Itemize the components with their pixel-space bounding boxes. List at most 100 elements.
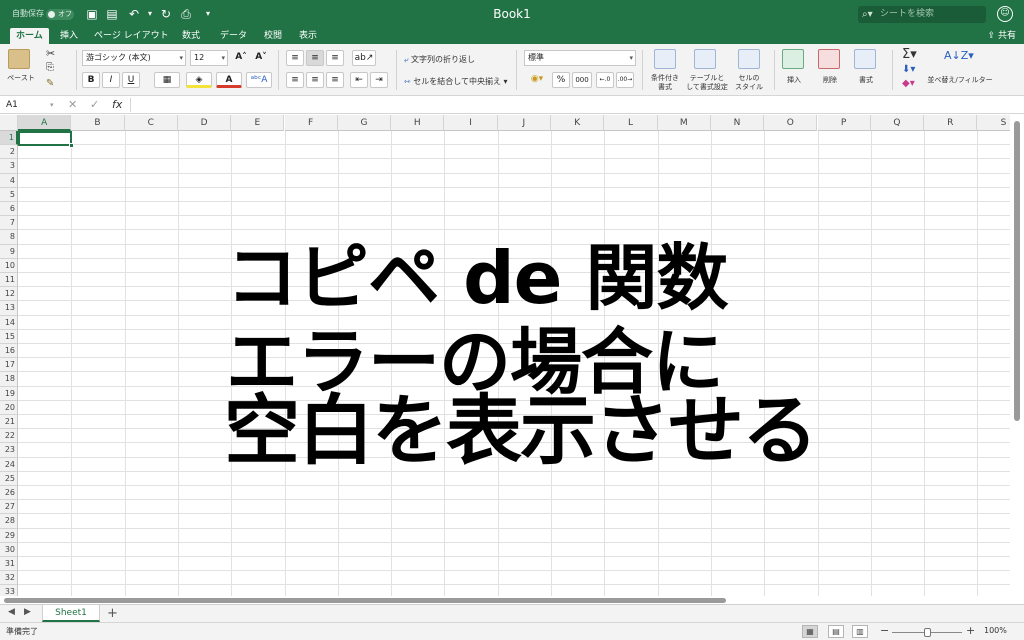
cell-styles-icon[interactable]	[738, 49, 760, 69]
row-header[interactable]: 17	[0, 358, 18, 373]
horizontal-scroll-thumb[interactable]	[4, 598, 726, 603]
row-header[interactable]: 19	[0, 386, 18, 401]
align-bottom-icon[interactable]: ≡	[326, 50, 344, 66]
share-button[interactable]: ⇪ 共有	[988, 28, 1016, 44]
column-header[interactable]: A	[18, 115, 72, 131]
normal-view-icon[interactable]: ▦	[802, 625, 818, 638]
decrease-font-icon[interactable]: A˅	[252, 50, 270, 66]
undo-icon[interactable]: ↶	[126, 6, 142, 22]
increase-decimal-icon[interactable]: ←.0	[596, 72, 614, 88]
merge-center-button[interactable]: ⇿ セルを結合して中央揃え ▾	[404, 76, 508, 87]
align-center-icon[interactable]: ≡	[306, 72, 324, 88]
delete-cells-icon[interactable]	[818, 49, 840, 69]
column-header[interactable]: C	[124, 115, 178, 131]
row-header[interactable]: 21	[0, 415, 18, 430]
row-header[interactable]: 28	[0, 514, 18, 529]
add-sheet-icon[interactable]: +	[107, 606, 118, 621]
format-cells-icon[interactable]	[854, 49, 876, 69]
zoom-out-icon[interactable]: −	[880, 624, 889, 637]
copy-icon[interactable]: ⎘	[46, 62, 54, 73]
row-header[interactable]: 14	[0, 315, 18, 330]
horizontal-scrollbar[interactable]	[0, 596, 1010, 604]
conditional-format-icon[interactable]	[654, 49, 676, 69]
column-header[interactable]: D	[177, 115, 232, 131]
sidebar-toggle-icon[interactable]: ▣	[84, 6, 100, 22]
row-header[interactable]: 31	[0, 557, 18, 572]
tab-review[interactable]: 校閲	[258, 28, 288, 44]
formula-input[interactable]	[130, 98, 1010, 112]
underline-button[interactable]: U	[122, 72, 140, 88]
format-as-table-icon[interactable]	[694, 49, 716, 69]
percent-button[interactable]: %	[552, 72, 570, 88]
font-size-select[interactable]: 12 ▾	[190, 50, 228, 66]
column-header[interactable]: F	[284, 115, 338, 131]
tab-formulas[interactable]: 数式	[176, 28, 206, 44]
redo-icon[interactable]: ↻	[158, 6, 174, 22]
row-header[interactable]: 10	[0, 258, 18, 273]
increase-indent-icon[interactable]: ⇥	[370, 72, 388, 88]
print-icon[interactable]: ⎙	[178, 6, 194, 22]
bold-button[interactable]: B	[82, 72, 100, 88]
borders-icon[interactable]: ▦	[154, 72, 180, 88]
autosave-toggle[interactable]: オフ	[46, 9, 74, 20]
row-header[interactable]: 29	[0, 528, 18, 543]
row-header[interactable]: 24	[0, 457, 18, 472]
row-header[interactable]: 13	[0, 301, 18, 316]
enter-icon[interactable]: ✓	[90, 97, 99, 113]
fill-color-icon[interactable]: ◈	[186, 72, 212, 88]
insert-function-icon[interactable]: fx	[112, 97, 122, 113]
column-header[interactable]: Q	[870, 115, 925, 131]
row-header[interactable]: 3	[0, 159, 18, 174]
page-break-view-icon[interactable]: ▥	[852, 625, 868, 638]
column-header[interactable]: E	[231, 115, 285, 131]
sheet-search-input[interactable]: ⌕▾ シートを検索	[858, 6, 986, 23]
tab-home[interactable]: ホーム	[10, 28, 49, 44]
row-header[interactable]: 2	[0, 145, 18, 160]
tab-data[interactable]: データ	[214, 28, 253, 44]
fill-icon[interactable]: ⬇▾	[902, 64, 915, 75]
undo-dropdown-icon[interactable]: ▾	[142, 6, 158, 22]
paste-icon[interactable]	[8, 49, 30, 69]
column-header[interactable]: M	[657, 115, 711, 131]
row-header[interactable]: 11	[0, 273, 18, 288]
italic-button[interactable]: I	[102, 72, 120, 88]
row-header[interactable]: 27	[0, 500, 18, 515]
font-name-select[interactable]: 游ゴシック (本文) ▾	[82, 50, 186, 66]
wrap-text-button[interactable]: ⤶ 文字列の折り返し	[404, 54, 475, 65]
row-header[interactable]: 26	[0, 486, 18, 501]
row-header[interactable]: 7	[0, 216, 18, 231]
column-header[interactable]: R	[924, 115, 978, 131]
row-header[interactable]: 22	[0, 429, 18, 444]
cancel-icon[interactable]: ✕	[68, 97, 77, 113]
column-header[interactable]: O	[764, 115, 818, 131]
spreadsheet-grid[interactable]: ABCDEFGHIJKLMNOPQRS 1 2 3 4 5 6 7 8 9 10 11 12 13 14 1…	[0, 115, 1010, 597]
autosum-icon[interactable]: Σ▾	[902, 47, 917, 62]
row-header[interactable]: 25	[0, 471, 18, 486]
align-middle-icon[interactable]: ≡	[306, 50, 324, 66]
tab-insert[interactable]: 挿入	[54, 28, 84, 44]
customize-toolbar-icon[interactable]: ▾	[200, 6, 216, 22]
clear-icon[interactable]: ◆▾	[902, 78, 915, 89]
prev-sheet-icon[interactable]: ◀	[8, 607, 15, 617]
column-header[interactable]: I	[444, 115, 498, 131]
decrease-decimal-icon[interactable]: .00→	[616, 72, 634, 88]
column-header[interactable]: N	[710, 115, 765, 131]
column-header[interactable]: K	[551, 115, 605, 131]
row-header[interactable]: 8	[0, 230, 18, 245]
row-header[interactable]: 23	[0, 443, 18, 458]
row-header[interactable]: 5	[0, 187, 18, 202]
zoom-in-icon[interactable]: +	[966, 624, 975, 637]
row-header[interactable]: 9	[0, 244, 18, 259]
row-header[interactable]: 18	[0, 372, 18, 387]
number-format-select[interactable]: 標準 ▾	[524, 50, 636, 66]
fill-handle[interactable]	[69, 143, 74, 148]
row-header[interactable]: 32	[0, 571, 18, 586]
column-header[interactable]: L	[604, 115, 658, 131]
vertical-scrollbar[interactable]	[1013, 115, 1021, 597]
sheet-tab[interactable]: Sheet1	[42, 605, 100, 622]
column-header[interactable]: S	[977, 115, 1010, 131]
orientation-icon[interactable]: ab↗	[352, 50, 376, 66]
selected-cell[interactable]	[18, 131, 74, 148]
save-icon[interactable]: ▤	[104, 6, 120, 22]
row-header[interactable]: 15	[0, 329, 18, 344]
